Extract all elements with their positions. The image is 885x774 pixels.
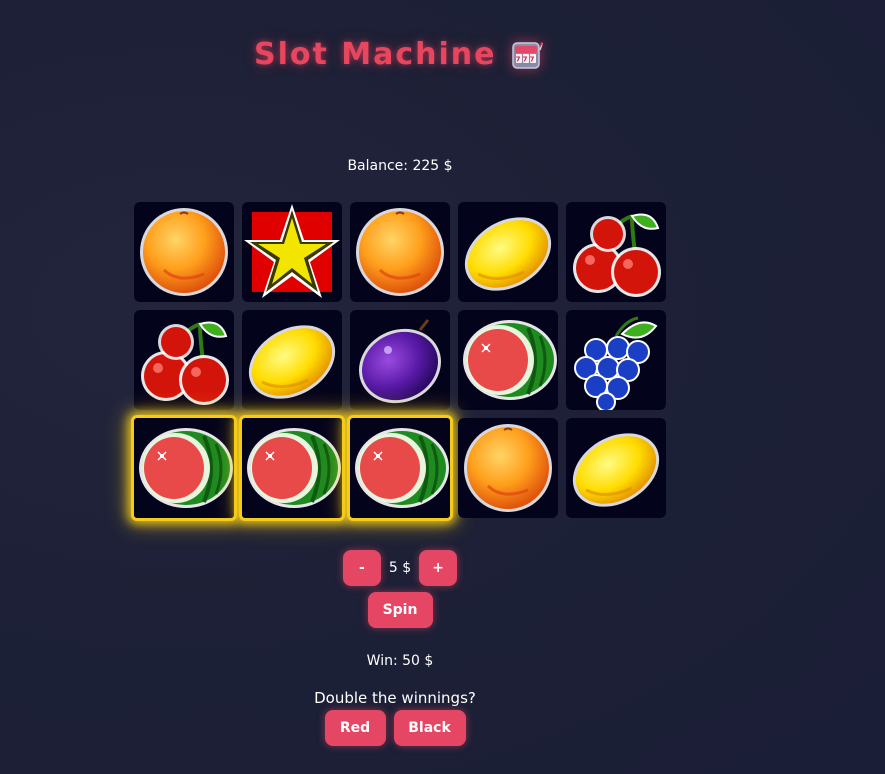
reel-cell-lemon [242,310,342,410]
bet-controls: - 5 $ + [0,550,800,586]
svg-text:7: 7 [515,55,522,63]
plum-icon [350,310,450,410]
decrease-bet-button[interactable]: - [342,550,381,586]
double-controls: Red Black [0,710,790,746]
reel-cell-orange [458,418,558,518]
orange-icon [458,418,558,518]
watermelon-icon [242,418,342,518]
reel-cell-orange [134,202,234,302]
lemon-icon [242,310,342,410]
orange-icon [134,202,234,302]
lemon-icon [458,202,558,302]
svg-text:7: 7 [529,55,536,63]
cherry-icon [566,202,666,302]
title-text: Slot Machine [254,37,497,72]
reel-cell-watermelon [347,415,453,521]
reel-cell-lemon [566,418,666,518]
cherry-icon [134,310,234,410]
reel-cell-plum [350,310,450,410]
reel-cell-watermelon [458,310,558,410]
double-red-button[interactable]: Red [324,710,386,746]
reel-cell-cherry [134,310,234,410]
balance-display: Balance: 225 $ [347,158,453,174]
win-display: Win: 50 $ [366,653,434,669]
double-black-button[interactable]: Black [393,710,466,746]
double-prompt: Double the winnings? [314,689,476,707]
orange-icon [350,202,450,302]
watermelon-icon [458,310,558,410]
star-icon [242,202,342,302]
reel-grid [131,202,666,521]
reel-cell-watermelon [131,415,237,521]
reel-cell-lemon [458,202,558,302]
slot-machine-icon: 7 7 7 [511,40,544,70]
reel-cell-star [242,202,342,302]
reel-cell-watermelon [239,415,345,521]
spin-button[interactable]: Spin [367,592,433,628]
lemon-icon [566,418,666,518]
page-title: Slot Machine 7 7 7 [254,37,544,72]
bet-amount: 5 $ [388,560,412,576]
reel-cell-orange [350,202,450,302]
watermelon-icon [350,418,450,518]
watermelon-icon [134,418,234,518]
svg-text:7: 7 [522,55,529,63]
grapes-icon [566,310,666,410]
reel-cell-grapes [566,310,666,410]
reel-cell-cherry [566,202,666,302]
increase-bet-button[interactable]: + [419,550,458,586]
